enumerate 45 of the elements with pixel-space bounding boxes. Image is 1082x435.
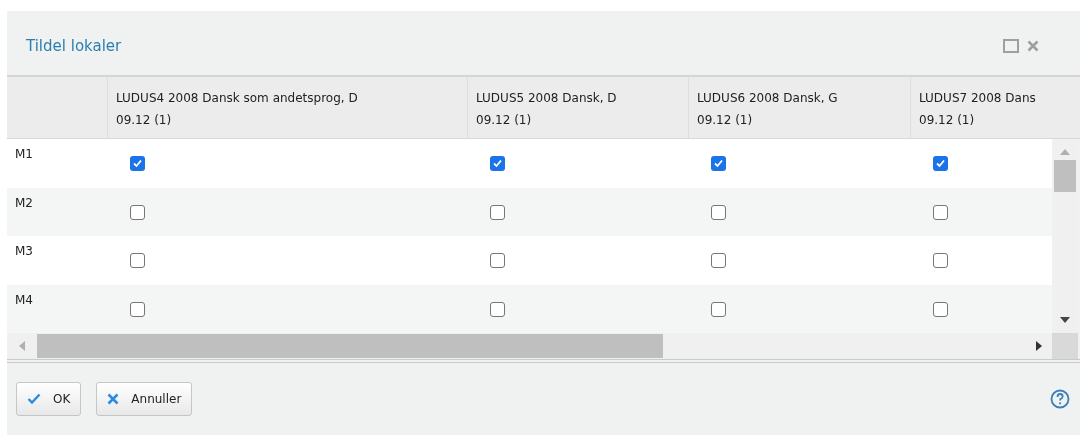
checkbox[interactable] <box>711 204 726 220</box>
checkmark-icon <box>935 158 946 169</box>
checkbox[interactable] <box>490 301 505 317</box>
scrollbar-corner <box>1052 333 1078 359</box>
row-label: M3 <box>14 243 34 260</box>
checkbox[interactable] <box>130 204 145 220</box>
checkbox[interactable] <box>933 204 948 220</box>
checkbox[interactable] <box>490 156 505 171</box>
row-label: M4 <box>14 291 34 309</box>
checkbox[interactable] <box>490 204 505 220</box>
checkmark-icon <box>713 158 724 169</box>
column-header: LUDUS5 2008 Dansk, D <box>476 90 618 107</box>
checkbox[interactable] <box>933 301 948 317</box>
scrollbar-thumb[interactable] <box>1054 160 1076 192</box>
column-date: 09.12 (1) <box>919 112 976 129</box>
column-header: LUDUS7 2008 Dans <box>919 90 1037 107</box>
checkbox[interactable] <box>933 156 948 171</box>
scroll-right-icon[interactable] <box>1036 341 1042 351</box>
scrollbar-thumb[interactable] <box>37 334 663 358</box>
column-date: 09.12 (1) <box>116 112 173 129</box>
column-header: LUDUS4 2008 Dansk som andetsprog, D <box>116 90 359 107</box>
checkmark-icon <box>492 158 503 169</box>
column-date: 09.12 (1) <box>476 112 533 129</box>
column-header: LUDUS6 2008 Dansk, G <box>697 90 839 107</box>
row-label: M1 <box>14 146 34 163</box>
checkbox[interactable] <box>130 301 145 317</box>
help-icon[interactable] <box>1050 389 1070 409</box>
dialog-title: Tildel lokaler <box>26 35 122 57</box>
cancel-button[interactable]: Annuller <box>96 382 193 416</box>
maximize-icon[interactable] <box>1003 39 1019 53</box>
close-icon <box>107 393 120 405</box>
checkbox[interactable] <box>711 301 726 317</box>
ok-button[interactable]: OK <box>16 382 82 416</box>
checkbox[interactable] <box>490 253 505 268</box>
column-date: 09.12 (1) <box>697 112 754 129</box>
scroll-down-icon[interactable] <box>1060 317 1070 323</box>
close-icon[interactable] <box>1027 40 1039 52</box>
row-label: M2 <box>14 194 34 212</box>
checkmark-icon <box>132 158 143 169</box>
checkbox[interactable] <box>130 253 145 268</box>
check-icon <box>27 393 41 405</box>
checkbox[interactable] <box>711 156 726 171</box>
checkbox[interactable] <box>130 156 145 171</box>
checkbox[interactable] <box>711 253 726 268</box>
checkbox[interactable] <box>933 253 948 268</box>
